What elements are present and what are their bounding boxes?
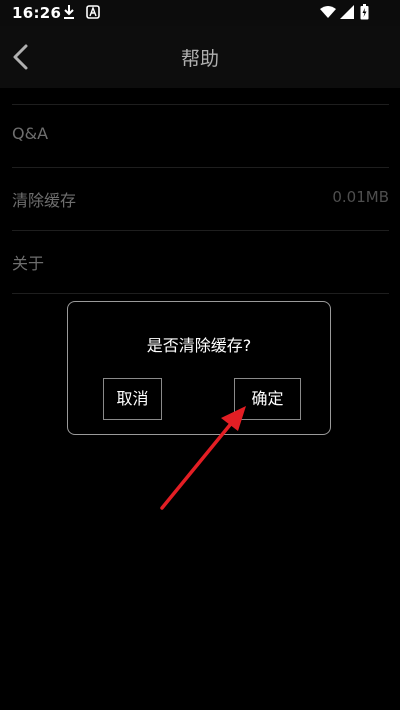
page-title: 帮助 bbox=[180, 48, 219, 70]
list-item-qa[interactable]: Q&A bbox=[12, 104, 389, 167]
confirm-button[interactable]: 确定 bbox=[234, 378, 301, 420]
list-item-about[interactable]: 关于 bbox=[12, 230, 389, 294]
download-icon bbox=[64, 5, 74, 19]
battery-icon bbox=[360, 4, 369, 20]
app-header: 帮助 bbox=[0, 26, 400, 88]
a-icon bbox=[86, 5, 100, 19]
list-item-label: 清除缓存 bbox=[12, 191, 77, 210]
screen: 16:26 帮助 Q&A 清除缓存 0.01MB 关于 是否清除缓存? 取消 确… bbox=[0, 0, 400, 710]
wifi-icon bbox=[320, 6, 336, 18]
list-item-label: Q&A bbox=[12, 124, 49, 143]
cache-size-value: 0.01MB bbox=[332, 188, 389, 206]
status-bar: 16:26 bbox=[0, 0, 400, 26]
status-time: 16:26 bbox=[12, 4, 62, 22]
cancel-button[interactable]: 取消 bbox=[103, 378, 162, 420]
list-item-clear-cache[interactable]: 清除缓存 0.01MB bbox=[12, 167, 389, 230]
help-list: Q&A 清除缓存 0.01MB 关于 bbox=[0, 104, 400, 294]
signal-icon bbox=[340, 5, 354, 19]
dialog-message: 是否清除缓存? bbox=[146, 336, 252, 355]
clear-cache-dialog: 是否清除缓存? 取消 确定 bbox=[67, 301, 331, 435]
list-item-label: 关于 bbox=[12, 254, 45, 273]
